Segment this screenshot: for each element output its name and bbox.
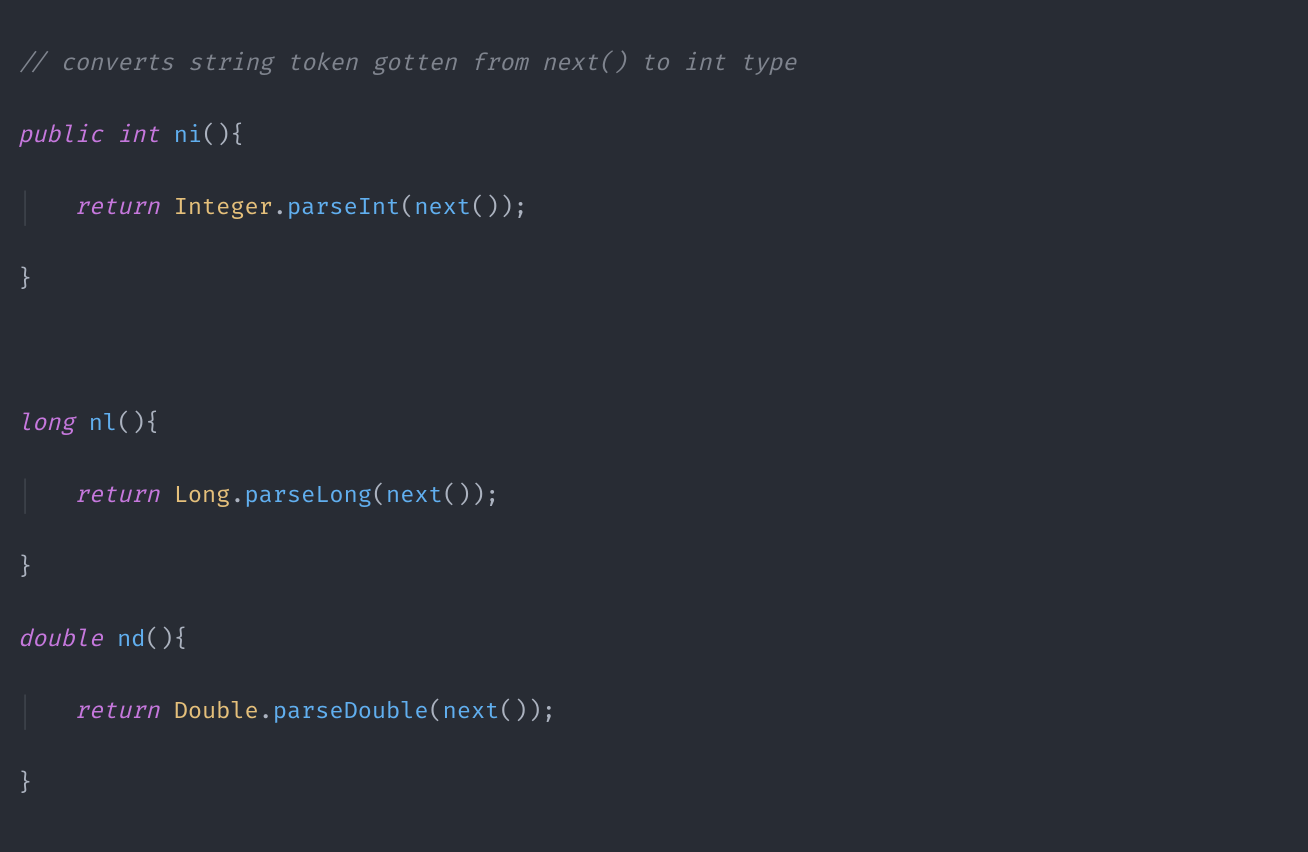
close-brace: } xyxy=(18,770,32,798)
indent-guide: │ xyxy=(18,482,75,510)
code-line: public int ni(){ xyxy=(18,118,1290,154)
lparen: ( xyxy=(400,194,414,222)
code-line: } xyxy=(18,262,1290,298)
method-call: parseLong xyxy=(245,482,372,510)
rparen: ) xyxy=(471,482,485,510)
code-line: double nd(){ xyxy=(18,622,1290,658)
close-brace: } xyxy=(18,554,32,582)
method-call: parseInt xyxy=(287,194,400,222)
semicolon: ; xyxy=(513,194,527,222)
keyword-return: return xyxy=(75,482,160,510)
method-call: parseDouble xyxy=(273,698,429,726)
parens: () xyxy=(202,122,230,150)
parens: () xyxy=(145,626,173,654)
blank xyxy=(18,842,32,852)
code-line: } xyxy=(18,550,1290,586)
rparen: ) xyxy=(528,698,542,726)
parens: () xyxy=(117,410,145,438)
method-name: nl xyxy=(89,410,117,438)
open-brace: { xyxy=(174,626,188,654)
dot: . xyxy=(230,482,244,510)
indent-guide: │ xyxy=(18,698,75,726)
code-line: │ return Long.parseLong(next()); xyxy=(18,478,1290,514)
open-brace: { xyxy=(145,410,159,438)
indent-guide: │ xyxy=(18,194,75,222)
keyword-public: public xyxy=(18,122,103,150)
lparen: ( xyxy=(429,698,443,726)
method-call: next xyxy=(386,482,443,510)
parens: () xyxy=(471,194,499,222)
method-name: nd xyxy=(117,626,145,654)
code-line: long nl(){ xyxy=(18,406,1290,442)
method-call: next xyxy=(414,194,471,222)
comment: // converts string token gotten from nex… xyxy=(18,50,796,78)
code-editor[interactable]: // converts string token gotten from nex… xyxy=(0,0,1308,852)
method-call: next xyxy=(443,698,500,726)
semicolon: ; xyxy=(485,482,499,510)
code-line xyxy=(18,334,1290,370)
open-brace: { xyxy=(230,122,244,150)
class-ref: Double xyxy=(174,698,259,726)
method-name: ni xyxy=(174,122,202,150)
rparen: ) xyxy=(499,194,513,222)
code-line: │ return Integer.parseInt(next()); xyxy=(18,190,1290,226)
code-line: } xyxy=(18,766,1290,802)
semicolon: ; xyxy=(542,698,556,726)
code-line: │ return Double.parseDouble(next()); xyxy=(18,694,1290,730)
keyword-return: return xyxy=(75,194,160,222)
class-ref: Long xyxy=(174,482,231,510)
class-ref: Integer xyxy=(174,194,273,222)
parens: () xyxy=(499,698,527,726)
code-line xyxy=(18,838,1290,852)
code-line: // converts string token gotten from nex… xyxy=(18,46,1290,82)
dot: . xyxy=(273,194,287,222)
type-int: int xyxy=(117,122,159,150)
lparen: ( xyxy=(372,482,386,510)
type-double: double xyxy=(18,626,103,654)
dot: . xyxy=(259,698,273,726)
blank xyxy=(18,338,32,366)
close-brace: } xyxy=(18,266,32,294)
parens: () xyxy=(443,482,471,510)
type-long: long xyxy=(18,410,75,438)
keyword-return: return xyxy=(75,698,160,726)
